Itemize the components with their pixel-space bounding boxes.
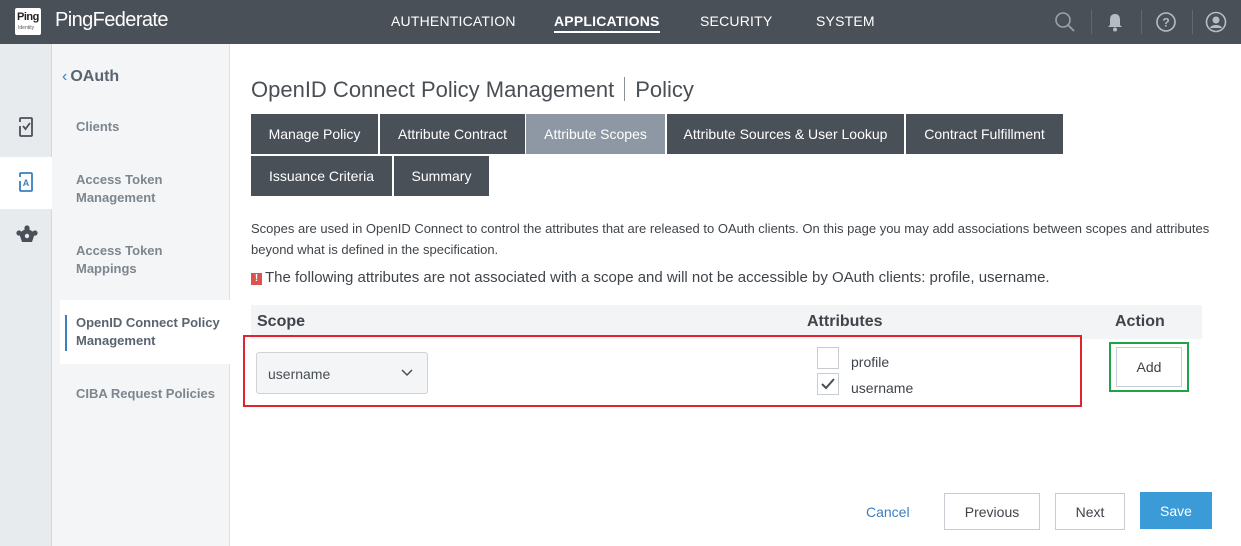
rail-network[interactable] <box>0 211 52 263</box>
tab-issuance-criteria[interactable]: Issuance Criteria <box>251 156 392 196</box>
sidebar-item-access-token-management[interactable]: Access Token Management <box>76 171 216 207</box>
tab-attribute-contract[interactable]: Attribute Contract <box>380 114 525 154</box>
applications-icon <box>18 117 33 137</box>
sidebar-back-label: OAuth <box>70 68 120 85</box>
warning-message: ! The following attributes are not associ… <box>251 269 1050 286</box>
column-header-scope: Scope <box>257 313 306 330</box>
title-divider <box>624 77 626 101</box>
warning-icon: ! <box>251 273 262 285</box>
warning-text: The following attributes are not associa… <box>265 269 1050 286</box>
user-icon[interactable] <box>1204 10 1228 34</box>
tab-contract-fulfillment[interactable]: Contract Fulfillment <box>906 114 1063 154</box>
top-separator <box>1091 10 1092 34</box>
page-title: OpenID Connect Policy Management Policy <box>251 77 694 103</box>
rail-applications[interactable] <box>0 102 52 154</box>
svg-text:?: ? <box>1162 16 1169 30</box>
scope-select[interactable]: username <box>256 352 428 394</box>
top-navigation-bar: Ping Identity PingFederate AUTHENTICATIO… <box>0 0 1241 44</box>
add-button[interactable]: Add <box>1116 347 1182 387</box>
svg-text:A: A <box>23 178 30 188</box>
logo-text: Ping <box>17 11 39 23</box>
search-icon[interactable] <box>1053 10 1077 34</box>
top-separator <box>1192 10 1193 34</box>
top-separator <box>1141 10 1142 34</box>
bell-icon[interactable] <box>1103 10 1127 34</box>
column-header-action: Action <box>1115 313 1165 330</box>
sidebar-back-oauth[interactable]: ‹ OAuth <box>62 68 119 86</box>
chevron-left-icon: ‹ <box>62 68 68 85</box>
oauth-icon: A <box>18 172 33 192</box>
ping-logo[interactable]: Ping Identity <box>15 8 41 35</box>
column-header-attributes: Attributes <box>807 313 883 330</box>
sidebar-item-clients[interactable]: Clients <box>76 118 216 136</box>
checkmark-icon <box>821 378 835 390</box>
sidebar-item-access-token-mappings[interactable]: Access Token Mappings <box>76 242 216 278</box>
active-indicator <box>65 315 67 351</box>
nav-authentication[interactable]: AUTHENTICATION <box>391 13 516 29</box>
chevron-down-icon <box>401 369 413 377</box>
checkbox-username[interactable] <box>817 373 839 395</box>
nav-system[interactable]: SYSTEM <box>816 13 875 29</box>
next-button[interactable]: Next <box>1055 493 1125 530</box>
help-icon[interactable]: ? <box>1154 10 1178 34</box>
sidebar-item-label: OpenID Connect Policy Management <box>76 315 220 348</box>
page-title-text: OpenID Connect Policy Management <box>251 77 615 102</box>
brand-name: PingFederate <box>55 9 168 31</box>
save-button[interactable]: Save <box>1140 492 1212 529</box>
sidebar-item-ciba-request-policies[interactable]: CIBA Request Policies <box>76 385 216 403</box>
scope-select-value: username <box>268 366 331 382</box>
sidebar-item-openid-connect-policy-management[interactable]: OpenID Connect Policy Management <box>60 300 230 364</box>
nav-security[interactable]: SECURITY <box>700 13 772 29</box>
tab-attribute-sources-user-lookup[interactable]: Attribute Sources & User Lookup <box>667 114 904 154</box>
table-header: Scope Attributes Action <box>251 305 1202 339</box>
nav-applications[interactable]: APPLICATIONS <box>554 13 660 33</box>
checkbox-label-profile: profile <box>851 354 890 370</box>
sidebar: ‹ OAuth Clients Access Token Management A… <box>52 44 230 546</box>
cancel-link[interactable]: Cancel <box>866 504 910 520</box>
rail-oauth[interactable]: A <box>0 157 52 209</box>
icon-rail: A <box>0 44 52 546</box>
tab-attribute-scopes[interactable]: Attribute Scopes <box>526 114 665 154</box>
page-description: Scopes are used in OpenID Connect to con… <box>251 221 1210 257</box>
checkbox-profile[interactable] <box>817 347 839 369</box>
previous-button[interactable]: Previous <box>944 493 1040 530</box>
tab-summary[interactable]: Summary <box>394 156 489 196</box>
network-icon <box>16 225 38 242</box>
tab-manage-policy[interactable]: Manage Policy <box>251 114 378 154</box>
page-subtitle: Policy <box>635 77 694 102</box>
logo-subtext: Identity <box>18 25 35 31</box>
checkbox-label-username: username <box>851 380 914 396</box>
